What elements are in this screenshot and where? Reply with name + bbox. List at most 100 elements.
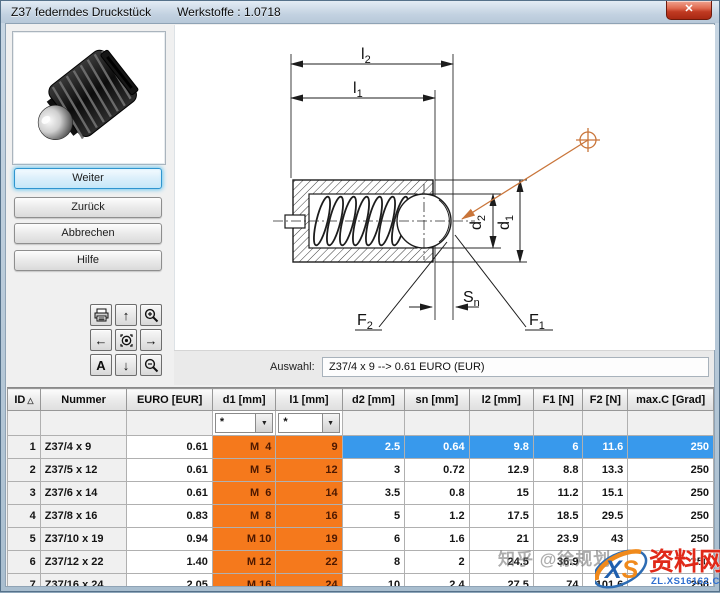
pan-down-button[interactable]: ↓: [115, 354, 137, 376]
col-header-f1[interactable]: F1 [N]: [533, 389, 583, 411]
table-row[interactable]: 5Z37/10 x 190.94M 101961.62123.943250: [8, 528, 714, 551]
cell-maxc[interactable]: 250: [628, 436, 714, 459]
cell-f1[interactable]: 74: [533, 574, 583, 587]
cell-sn[interactable]: 0.72: [405, 459, 469, 482]
cell-maxc[interactable]: 250: [628, 459, 714, 482]
cell-id[interactable]: 6: [8, 551, 41, 574]
cell-f1[interactable]: 11.2: [533, 482, 583, 505]
cell-sn[interactable]: 0.8: [405, 482, 469, 505]
cell-f2[interactable]: 43: [583, 528, 628, 551]
cell-d1[interactable]: M 16: [212, 574, 275, 587]
col-header-sn[interactable]: sn [mm]: [405, 389, 469, 411]
filter-cell-l1[interactable]: *▼: [276, 411, 342, 436]
cell-l1[interactable]: 9: [276, 436, 342, 459]
chevron-down-icon[interactable]: ▼: [255, 414, 272, 432]
cell-d1[interactable]: M 12: [212, 551, 275, 574]
pan-up-button[interactable]: ↑: [115, 304, 137, 326]
cell-nummer[interactable]: Z37/5 x 12: [40, 459, 127, 482]
table-row[interactable]: 4Z37/8 x 160.83M 81651.217.518.529.5250: [8, 505, 714, 528]
table-row[interactable]: 7Z37/16 x 242.05M 1624102.427.574101.625…: [8, 574, 714, 587]
parts-table[interactable]: ID△NummerEURO [EUR]d1 [mm]l1 [mm]d2 [mm]…: [7, 388, 714, 586]
cell-d1[interactable]: M 8: [212, 505, 275, 528]
fit-view-button[interactable]: [115, 329, 137, 351]
print-button[interactable]: [90, 304, 112, 326]
cell-l2[interactable]: 24.5: [469, 551, 533, 574]
weiter-button[interactable]: Weiter: [14, 168, 162, 189]
cell-d1[interactable]: M 6: [212, 482, 275, 505]
col-header-euro[interactable]: EURO [EUR]: [127, 389, 213, 411]
cell-sn[interactable]: 1.2: [405, 505, 469, 528]
cell-sn[interactable]: 2: [405, 551, 469, 574]
cell-l1[interactable]: 19: [276, 528, 342, 551]
cell-l1[interactable]: 14: [276, 482, 342, 505]
cell-id[interactable]: 1: [8, 436, 41, 459]
abbrechen-button[interactable]: Abbrechen: [14, 223, 162, 244]
cell-nummer[interactable]: Z37/16 x 24: [40, 574, 127, 587]
cell-l2[interactable]: 27.5: [469, 574, 533, 587]
table-row[interactable]: 2Z37/5 x 120.61M 51230.7212.98.813.3250: [8, 459, 714, 482]
table-row[interactable]: 1Z37/4 x 90.61M 492.50.649.8611.6250: [8, 436, 714, 459]
cell-d2[interactable]: 3.5: [342, 482, 405, 505]
cell-maxc[interactable]: 250: [628, 482, 714, 505]
cell-l1[interactable]: 16: [276, 505, 342, 528]
hilfe-button[interactable]: Hilfe: [14, 250, 162, 271]
cell-id[interactable]: 3: [8, 482, 41, 505]
cell-l2[interactable]: 21: [469, 528, 533, 551]
cell-d2[interactable]: 8: [342, 551, 405, 574]
cell-f2[interactable]: 15.1: [583, 482, 628, 505]
cell-f1[interactable]: 36.9: [533, 551, 583, 574]
selection-value-field[interactable]: Z37/4 x 9 --> 0.61 EURO (EUR): [322, 357, 709, 377]
col-header-l1[interactable]: l1 [mm]: [276, 389, 342, 411]
table-row[interactable]: 6Z37/12 x 221.40M 12228224.536.9 250: [8, 551, 714, 574]
cell-nummer[interactable]: Z37/6 x 14: [40, 482, 127, 505]
cell-d2[interactable]: 10: [342, 574, 405, 587]
col-header-id[interactable]: ID△: [8, 389, 41, 411]
cell-f2[interactable]: 11.6: [583, 436, 628, 459]
cell-d2[interactable]: 6: [342, 528, 405, 551]
cell-f1[interactable]: 18.5: [533, 505, 583, 528]
cell-euro[interactable]: 0.61: [127, 482, 213, 505]
cell-l1[interactable]: 22: [276, 551, 342, 574]
cell-euro[interactable]: 0.61: [127, 459, 213, 482]
filter-cell-d1[interactable]: *▼: [212, 411, 275, 436]
drawing-viewport[interactable]: l2 l1 d2 d1 Sn F2 F1: [174, 25, 715, 350]
cell-f1[interactable]: 6: [533, 436, 583, 459]
cell-l1[interactable]: 24: [276, 574, 342, 587]
cell-l2[interactable]: 15: [469, 482, 533, 505]
cell-sn[interactable]: 1.6: [405, 528, 469, 551]
cell-l2[interactable]: 17.5: [469, 505, 533, 528]
cell-euro[interactable]: 2.05: [127, 574, 213, 587]
cell-l2[interactable]: 12.9: [469, 459, 533, 482]
cell-sn[interactable]: 0.64: [405, 436, 469, 459]
cell-maxc[interactable]: 250: [628, 505, 714, 528]
table-row[interactable]: 3Z37/6 x 140.61M 6143.50.81511.215.1250: [8, 482, 714, 505]
cell-euro[interactable]: 0.83: [127, 505, 213, 528]
cell-id[interactable]: 7: [8, 574, 41, 587]
cell-l1[interactable]: 12: [276, 459, 342, 482]
cell-d1[interactable]: M 4: [212, 436, 275, 459]
cell-f2[interactable]: 101.6: [583, 574, 628, 587]
cell-euro[interactable]: 0.94: [127, 528, 213, 551]
cell-f2[interactable]: [583, 551, 628, 574]
col-header-d2[interactable]: d2 [mm]: [342, 389, 405, 411]
cell-maxc[interactable]: 250: [628, 574, 714, 587]
cell-d2[interactable]: 2.5: [342, 436, 405, 459]
cell-f1[interactable]: 8.8: [533, 459, 583, 482]
cell-maxc[interactable]: 250: [628, 528, 714, 551]
filter-combobox-l1[interactable]: *▼: [278, 413, 339, 433]
col-header-maxc[interactable]: max.C [Grad]: [628, 389, 714, 411]
cell-id[interactable]: 5: [8, 528, 41, 551]
col-header-f2[interactable]: F2 [N]: [583, 389, 628, 411]
cell-nummer[interactable]: Z37/12 x 22: [40, 551, 127, 574]
cell-maxc[interactable]: 250: [628, 551, 714, 574]
cell-nummer[interactable]: Z37/8 x 16: [40, 505, 127, 528]
cell-d1[interactable]: M 5: [212, 459, 275, 482]
zurueck-button[interactable]: Zurück: [14, 197, 162, 218]
filter-combobox-d1[interactable]: *▼: [215, 413, 273, 433]
cell-d2[interactable]: 5: [342, 505, 405, 528]
cell-euro[interactable]: 1.40: [127, 551, 213, 574]
pan-left-button[interactable]: ←: [90, 329, 112, 351]
cell-d1[interactable]: M 10: [212, 528, 275, 551]
cell-f2[interactable]: 13.3: [583, 459, 628, 482]
cell-nummer[interactable]: Z37/10 x 19: [40, 528, 127, 551]
